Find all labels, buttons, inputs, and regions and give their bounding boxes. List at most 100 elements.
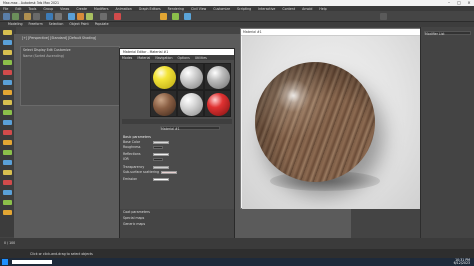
tool-icon[interactable] (3, 130, 12, 135)
render-icon[interactable] (184, 13, 191, 20)
tool-icon[interactable] (3, 160, 12, 165)
workspace-selector[interactable] (380, 13, 387, 20)
menu-item[interactable]: Interactive (258, 7, 275, 11)
material-slot-4[interactable] (150, 90, 177, 117)
material-editor-menu-item[interactable]: Navigation (155, 56, 172, 60)
select-icon[interactable] (46, 13, 53, 20)
material-editor-icon[interactable] (160, 13, 167, 20)
frame-counter: 0 / 100 (4, 241, 16, 245)
scene-explorer-sort[interactable]: Name (Sorted Ascending) (21, 53, 119, 59)
tool-icon[interactable] (3, 150, 12, 155)
material-slot-3[interactable] (204, 63, 231, 90)
tool-icon[interactable] (3, 30, 12, 35)
tool-icon[interactable] (3, 200, 12, 205)
menu-item[interactable]: Rendering (168, 7, 184, 11)
tool-icon[interactable] (3, 90, 12, 95)
tool-icon[interactable] (3, 70, 12, 75)
param-label: Base Color (123, 140, 141, 144)
menu-item[interactable]: Create (76, 7, 87, 11)
viewport-label[interactable]: [+] [Perspective] [Standard] [Default Sh… (22, 36, 96, 40)
material-editor-menu: Modes Material Navigation Options Utilities (120, 55, 234, 60)
spinner-input[interactable] (153, 145, 163, 149)
modifier-list-dropdown[interactable]: Modifier List (424, 31, 471, 36)
tool-icon[interactable] (3, 140, 12, 145)
tool-icon[interactable] (3, 120, 12, 125)
tool-icon[interactable] (3, 60, 12, 65)
clock-date: 6/12/2023 (453, 261, 470, 265)
menu-item[interactable]: Scripting (237, 7, 251, 11)
menu-item[interactable]: Tools (29, 7, 37, 11)
wood-sphere-render (255, 62, 375, 182)
material-editor-menu-item[interactable]: Utilities (195, 56, 207, 60)
ribbon-tab[interactable]: Modeling (8, 22, 23, 26)
menu-item[interactable]: Content (282, 7, 295, 11)
menu-item[interactable]: Civil View (191, 7, 206, 11)
color-swatch[interactable] (153, 152, 169, 156)
tool-icon[interactable] (3, 210, 12, 215)
ribbon-tab[interactable]: Populate (95, 22, 109, 26)
menu-item[interactable]: File (3, 7, 8, 11)
ribbon-tab[interactable]: Selection (49, 22, 64, 26)
tool-icon[interactable] (3, 190, 12, 195)
render-frame-window: Material #1 (240, 28, 421, 209)
transparency-row: Transparency (123, 165, 169, 169)
tool-icon[interactable] (3, 170, 12, 175)
menu-item[interactable]: Customize (213, 7, 230, 11)
material-slot-2[interactable] (177, 63, 204, 90)
timeline[interactable]: 0 / 100 (0, 238, 474, 249)
tool-icon[interactable] (3, 110, 12, 115)
material-slot-5[interactable] (177, 90, 204, 117)
status-text: Click or click-and-drag to select object… (30, 252, 93, 256)
menu-item[interactable]: Group (43, 7, 53, 11)
redo-icon[interactable] (12, 13, 19, 20)
undo-icon[interactable] (3, 13, 10, 20)
roughness-row: Roughness (123, 145, 163, 149)
render-setup-icon[interactable] (172, 13, 179, 20)
param-label: IOR (123, 157, 129, 161)
material-editor-menu-item[interactable]: Modes (122, 56, 132, 60)
material-slot-6[interactable] (204, 90, 231, 117)
color-swatch[interactable] (161, 170, 177, 174)
basic-parameters-header[interactable]: Basic parameters (123, 135, 151, 139)
tool-icon[interactable] (3, 100, 12, 105)
tool-icon[interactable] (3, 180, 12, 185)
tool-icon[interactable] (3, 50, 12, 55)
spinner-input[interactable] (153, 157, 163, 161)
generic-maps-header[interactable]: Generic maps (120, 221, 234, 227)
material-name-field[interactable]: Material #1 (160, 126, 220, 131)
menu-item[interactable]: Views (60, 7, 69, 11)
menu-item[interactable]: Arnold (302, 7, 312, 11)
sphere-preview (180, 66, 203, 89)
color-swatch[interactable] (153, 177, 169, 181)
tool-icon[interactable] (3, 80, 12, 85)
select-region-icon[interactable] (55, 13, 62, 20)
material-slot-1[interactable] (150, 63, 177, 90)
color-swatch[interactable] (153, 140, 169, 144)
menu-item[interactable]: Animation (116, 7, 132, 11)
taskbar-search[interactable] (12, 260, 52, 264)
color-swatch[interactable] (153, 165, 169, 169)
menu-item[interactable]: Modifiers (94, 7, 109, 11)
ribbon-tab[interactable]: Freeform (29, 22, 43, 26)
menu-item[interactable]: Edit (15, 7, 21, 11)
material-editor-menu-item[interactable]: Material (137, 56, 150, 60)
rotate-icon[interactable] (77, 13, 84, 20)
move-icon[interactable] (68, 13, 75, 20)
mirror-icon[interactable] (114, 13, 121, 20)
material-editor-toolbar (122, 119, 232, 124)
command-panel: Modifier List (420, 27, 474, 245)
windows-start-icon[interactable] (2, 259, 8, 265)
ribbon-tab[interactable]: Object Paint (69, 22, 88, 26)
material-editor-title: Material Editor - Material #1 (123, 50, 169, 54)
scale-icon[interactable] (86, 13, 93, 20)
menu-item[interactable]: Help (319, 7, 326, 11)
material-editor-menu-item[interactable]: Options (178, 56, 190, 60)
param-label: Emission (123, 177, 138, 181)
snap-icon[interactable] (100, 13, 107, 20)
tool-icon[interactable] (3, 40, 12, 45)
sphere-preview (207, 93, 230, 116)
unlink-icon[interactable] (33, 13, 40, 20)
link-icon[interactable] (24, 13, 31, 20)
menu-item[interactable]: Graph Editors (139, 7, 161, 11)
param-label: Reflections (123, 152, 141, 156)
